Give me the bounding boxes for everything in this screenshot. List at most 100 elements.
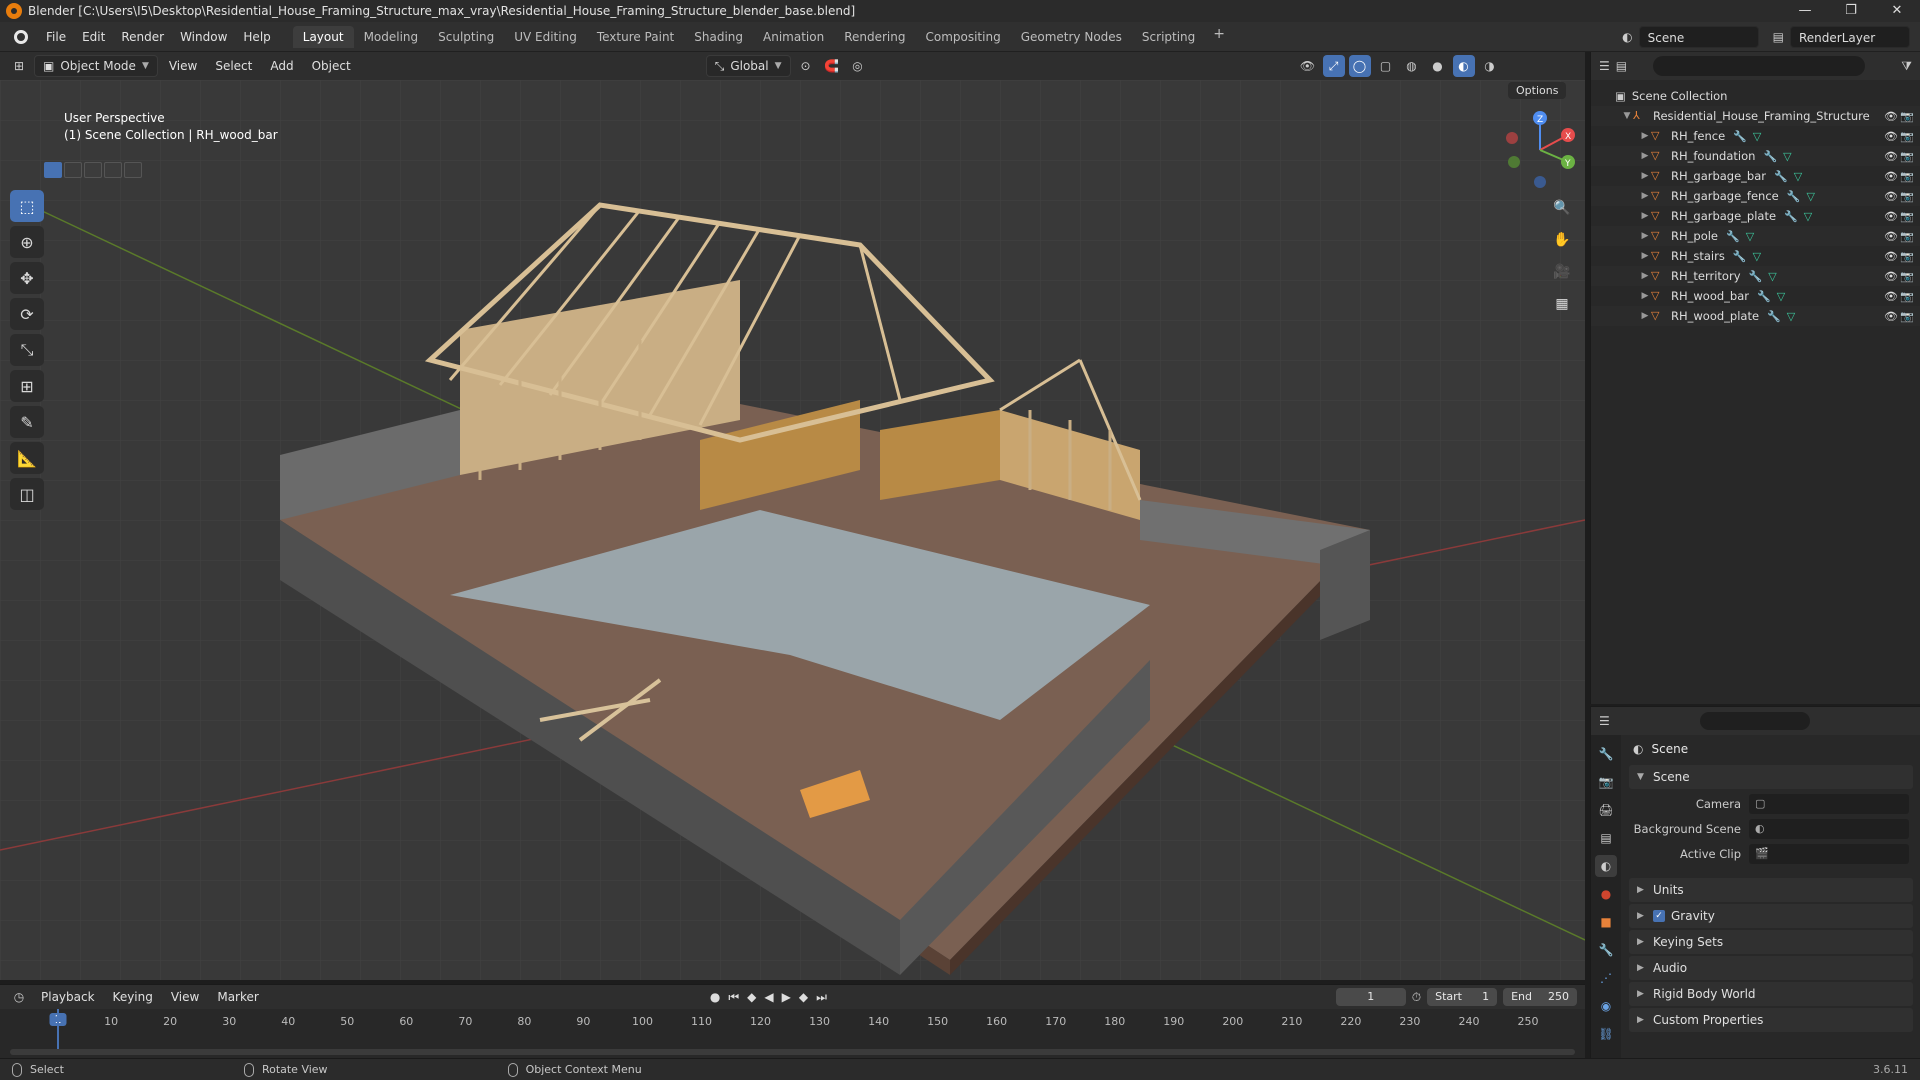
eye-icon[interactable]: 👁: [1884, 150, 1898, 163]
active-clip-field[interactable]: 🎬: [1749, 843, 1909, 864]
visibility-icon[interactable]: 👁: [1297, 55, 1319, 77]
annotate-icon[interactable]: ✎: [10, 406, 44, 438]
tab-rendering[interactable]: Rendering: [834, 26, 915, 48]
menu-render[interactable]: Render: [113, 26, 172, 48]
camera-field[interactable]: ▢: [1749, 793, 1909, 814]
options-button[interactable]: Options: [1508, 82, 1567, 99]
camera-icon[interactable]: 📷: [1900, 130, 1914, 143]
expand-arrow-icon[interactable]: ▶: [1639, 191, 1651, 201]
next-keyframe-icon[interactable]: ◆: [799, 990, 808, 1005]
outliner-item-rh-garbage-fence[interactable]: ▶ ▽ RH_garbage_fence 🔧 ▽ 👁 📷: [1591, 186, 1920, 206]
cursor-icon[interactable]: ⊕: [10, 226, 44, 258]
outliner-item-rh-wood-plate[interactable]: ▶ ▽ RH_wood_plate 🔧 ▽ 👁 📷: [1591, 306, 1920, 326]
panel-units[interactable]: ▶ Units: [1629, 878, 1913, 902]
object-tab-icon[interactable]: ■: [1595, 911, 1617, 933]
3d-viewport[interactable]: ⬚ ⊕ ✥ ⟳ ⤡ ⊞ ✎ 📐 ◫ User Perspective (1) S…: [0, 80, 1585, 980]
eye-icon[interactable]: 👁: [1884, 170, 1898, 183]
menu-marker[interactable]: Marker: [210, 986, 265, 1008]
outliner-item-rh-pole[interactable]: ▶ ▽ RH_pole 🔧 ▽ 👁 📷: [1591, 226, 1920, 246]
expand-arrow-icon[interactable]: ▶: [1639, 211, 1651, 221]
world-tab-icon[interactable]: ●: [1595, 883, 1617, 905]
play-reverse-icon[interactable]: ◀: [764, 990, 773, 1005]
expand-arrow-icon[interactable]: ▶: [1639, 311, 1651, 321]
scale-icon[interactable]: ⤡: [10, 334, 44, 366]
wireframe-shading-icon[interactable]: ◍: [1401, 55, 1423, 77]
scene-selector[interactable]: Scene: [1638, 25, 1759, 48]
tab-shading[interactable]: Shading: [684, 26, 753, 48]
background-scene-field[interactable]: ◐: [1749, 818, 1909, 839]
menu-select[interactable]: Select: [208, 55, 259, 77]
pan-hand-icon[interactable]: ✋: [1548, 227, 1576, 253]
tab-animation[interactable]: Animation: [753, 26, 834, 48]
xray-icon[interactable]: ▢: [1375, 55, 1397, 77]
maximize-button[interactable]: ❐: [1828, 0, 1874, 22]
editor-type-icon[interactable]: ☰: [1599, 714, 1610, 728]
expand-arrow-icon[interactable]: ▶: [1639, 251, 1651, 261]
timeline-ruler[interactable]: 1102030405060708090100110120130140150160…: [0, 1009, 1585, 1035]
tab-sculpting[interactable]: Sculpting: [428, 26, 504, 48]
eye-icon[interactable]: 👁: [1884, 110, 1898, 123]
camera-icon[interactable]: 📷: [1900, 230, 1914, 243]
eye-icon[interactable]: 👁: [1884, 190, 1898, 203]
snap-icon[interactable]: 🧲: [821, 55, 843, 77]
panel-rigid-body-world[interactable]: ▶ Rigid Body World: [1629, 982, 1913, 1006]
expand-arrow-icon[interactable]: ▶: [1639, 131, 1651, 141]
editor-type-icon[interactable]: ☰: [1599, 59, 1610, 73]
outliner-item-rh-foundation[interactable]: ▶ ▽ RH_foundation 🔧 ▽ 👁 📷: [1591, 146, 1920, 166]
jump-start-icon[interactable]: ⏮: [728, 990, 739, 1005]
display-mode-icon[interactable]: ▤: [1616, 59, 1627, 73]
transform-icon[interactable]: ⊞: [10, 370, 44, 402]
eye-icon[interactable]: 👁: [1884, 230, 1898, 243]
particles-tab-icon[interactable]: ⋰: [1595, 967, 1617, 989]
measure-icon[interactable]: 📐: [10, 442, 44, 474]
minimize-button[interactable]: —: [1782, 0, 1828, 22]
expand-arrow-icon[interactable]: ▶: [1639, 231, 1651, 241]
render-layer-selector[interactable]: RenderLayer: [1790, 25, 1910, 48]
expand-arrow-icon[interactable]: ▶: [1639, 151, 1651, 161]
tab-layout[interactable]: Layout: [292, 25, 354, 48]
end-frame-field[interactable]: End 250: [1503, 988, 1577, 1006]
expand-arrow-icon[interactable]: ▶: [1639, 291, 1651, 301]
camera-icon[interactable]: 📷: [1900, 110, 1914, 123]
camera-icon[interactable]: 📷: [1900, 150, 1914, 163]
panel-gravity[interactable]: ▶ ✓ Gravity: [1629, 904, 1913, 928]
menu-view[interactable]: View: [162, 55, 204, 77]
menu-file[interactable]: File: [38, 26, 74, 48]
overlay-toggle-icon[interactable]: ◯: [1348, 55, 1371, 77]
render-tab-icon[interactable]: 📷: [1595, 771, 1617, 793]
outliner-item-rh-stairs[interactable]: ▶ ▽ RH_stairs 🔧 ▽ 👁 📷: [1591, 246, 1920, 266]
scene-tab-icon[interactable]: ◐: [1595, 855, 1617, 877]
rendered-shading-icon[interactable]: ◑: [1479, 55, 1501, 77]
select-new-icon[interactable]: [44, 162, 62, 178]
collection-row[interactable]: ▼ ⅄ Residential_House_Framing_Structure …: [1591, 106, 1920, 126]
camera-icon[interactable]: 📷: [1900, 250, 1914, 263]
add-cube-icon[interactable]: ◫: [10, 478, 44, 510]
menu-add[interactable]: Add: [263, 55, 300, 77]
zoom-icon[interactable]: 🔍: [1548, 195, 1576, 221]
close-button[interactable]: ✕: [1874, 0, 1920, 22]
add-workspace-button[interactable]: +: [1205, 26, 1233, 48]
blender-logo-icon[interactable]: [10, 29, 32, 45]
menu-help[interactable]: Help: [235, 26, 278, 48]
ortho-grid-icon[interactable]: ▦: [1548, 291, 1576, 317]
material-preview-icon[interactable]: ◐: [1452, 55, 1475, 77]
timeline-playhead[interactable]: [57, 1009, 59, 1049]
outliner-item-rh-territory[interactable]: ▶ ▽ RH_territory 🔧 ▽ 👁 📷: [1591, 266, 1920, 286]
timeline-scrollbar[interactable]: [10, 1049, 1575, 1055]
menu-timeline-view[interactable]: View: [164, 986, 206, 1008]
outliner-item-rh-fence[interactable]: ▶ ▽ RH_fence 🔧 ▽ 👁 📷: [1591, 126, 1920, 146]
camera-icon[interactable]: 📷: [1900, 290, 1914, 303]
tab-scripting[interactable]: Scripting: [1132, 26, 1205, 48]
expand-arrow-icon[interactable]: ▼: [1621, 111, 1633, 121]
expand-arrow-icon[interactable]: ▶: [1639, 271, 1651, 281]
outliner-item-rh-garbage-plate[interactable]: ▶ ▽ RH_garbage_plate 🔧 ▽ 👁 📷: [1591, 206, 1920, 226]
gravity-checkbox[interactable]: ✓: [1653, 910, 1665, 922]
view-layer-tab-icon[interactable]: ▤: [1595, 827, 1617, 849]
eye-icon[interactable]: 👁: [1884, 290, 1898, 303]
move-icon[interactable]: ✥: [10, 262, 44, 294]
tab-modeling[interactable]: Modeling: [354, 26, 429, 48]
constraints-tab-icon[interactable]: ⛓: [1595, 1023, 1617, 1045]
outliner-search-input[interactable]: [1653, 56, 1866, 76]
panel-audio[interactable]: ▶ Audio: [1629, 956, 1913, 980]
camera-icon[interactable]: 📷: [1900, 210, 1914, 223]
